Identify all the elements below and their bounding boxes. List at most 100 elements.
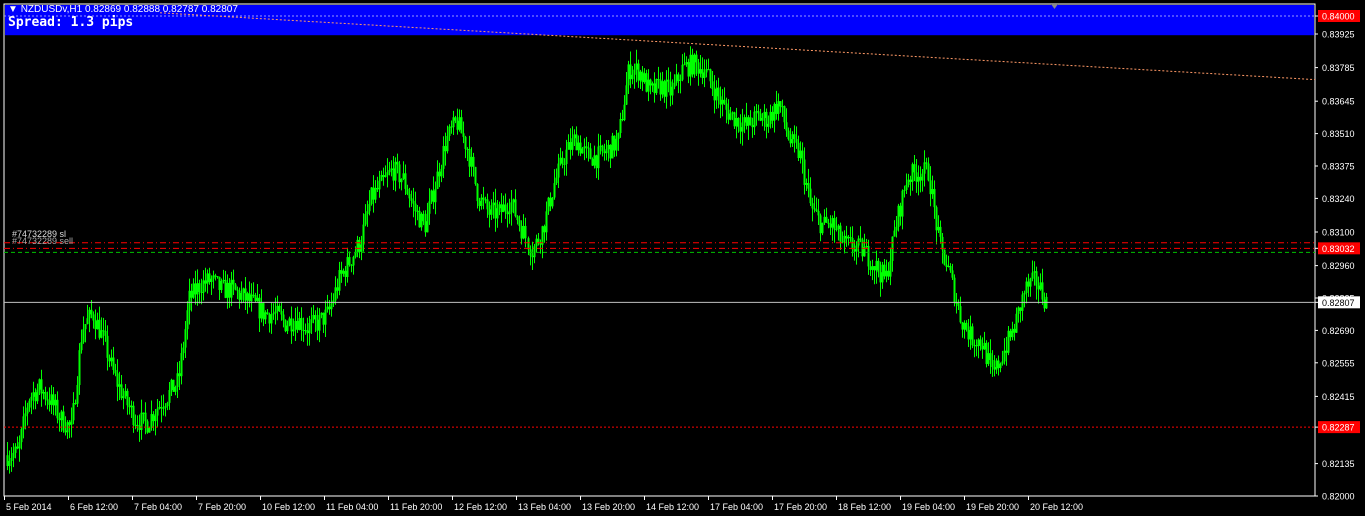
candle-body bbox=[759, 113, 762, 121]
candle-body bbox=[442, 146, 445, 169]
candle-body bbox=[144, 412, 147, 422]
chevron-down-icon[interactable]: ▼ bbox=[8, 4, 18, 15]
candle-body bbox=[1009, 330, 1012, 338]
candle-body bbox=[603, 151, 606, 154]
candle-body bbox=[516, 216, 519, 221]
candle-body bbox=[34, 392, 37, 402]
candle-body bbox=[993, 367, 996, 370]
candle-body bbox=[629, 64, 632, 80]
candle-body bbox=[408, 194, 411, 199]
symbol-header[interactable]: ▼ NZDUSDv,H1 0.82869 0.82888 0.82787 0.8… bbox=[8, 4, 238, 15]
candle-body bbox=[979, 339, 982, 346]
candle-body bbox=[1013, 328, 1016, 333]
candle-body bbox=[873, 266, 876, 271]
candle-body bbox=[446, 135, 449, 152]
candle-body bbox=[829, 223, 832, 228]
candle-body bbox=[801, 150, 804, 160]
candle-body bbox=[474, 166, 477, 184]
candle-body bbox=[60, 411, 63, 421]
candle-body bbox=[514, 199, 517, 217]
candle-body bbox=[482, 197, 485, 200]
candle-body bbox=[711, 81, 714, 90]
x-tick-label: 5 Feb 2014 bbox=[6, 502, 52, 512]
candle-body bbox=[839, 225, 842, 242]
candle-body bbox=[44, 392, 47, 400]
candle-body bbox=[344, 270, 347, 277]
candle-body bbox=[244, 288, 247, 301]
candle-body bbox=[458, 117, 461, 130]
candle-body bbox=[512, 199, 515, 203]
candle-body bbox=[284, 320, 287, 332]
candle-body bbox=[198, 283, 201, 292]
candle-body bbox=[510, 202, 513, 213]
candle-body bbox=[763, 111, 766, 119]
candle-body bbox=[8, 461, 11, 466]
candle-body bbox=[949, 265, 952, 271]
candle-body bbox=[775, 103, 778, 114]
candle-body bbox=[637, 63, 640, 81]
candle-body bbox=[478, 201, 481, 207]
candle-body bbox=[895, 226, 898, 231]
x-tick-label: 10 Feb 12:00 bbox=[262, 502, 315, 512]
candle-body bbox=[370, 187, 373, 205]
candle-body bbox=[897, 205, 900, 227]
candle-body bbox=[368, 204, 371, 212]
candle-body bbox=[793, 134, 796, 140]
price-tag-label: 0.84000 bbox=[1322, 12, 1355, 22]
candle-body bbox=[450, 126, 453, 128]
candle-body bbox=[30, 396, 33, 401]
candle-body bbox=[673, 82, 676, 87]
candle-body bbox=[937, 226, 940, 231]
candle-body bbox=[563, 164, 566, 166]
candle-body bbox=[943, 249, 946, 265]
candle-body bbox=[679, 79, 682, 81]
candle-body bbox=[390, 168, 393, 171]
x-tick-label: 13 Feb 04:00 bbox=[518, 502, 571, 512]
candle-body bbox=[663, 81, 666, 97]
candle-body bbox=[593, 155, 596, 166]
candle-body bbox=[330, 303, 333, 310]
candle-body bbox=[961, 322, 964, 330]
y-tick-label: 0.82135 bbox=[1322, 459, 1355, 469]
candle-body bbox=[615, 138, 618, 151]
candle-body bbox=[773, 103, 776, 121]
x-tick-label: 6 Feb 12:00 bbox=[70, 502, 118, 512]
y-tick-label: 0.83785 bbox=[1322, 63, 1355, 73]
candle-body bbox=[1029, 278, 1032, 287]
candle-body bbox=[250, 294, 253, 302]
candle-body bbox=[547, 197, 550, 212]
candle-body bbox=[837, 225, 840, 230]
candle-body bbox=[959, 306, 962, 323]
candle-body bbox=[168, 390, 171, 403]
candle-body bbox=[1023, 292, 1026, 295]
candle-body bbox=[476, 183, 479, 202]
candle-body bbox=[20, 429, 23, 443]
candle-body bbox=[633, 69, 636, 75]
candle-body bbox=[939, 226, 942, 237]
candle-body bbox=[755, 111, 758, 113]
candle-body bbox=[693, 54, 696, 75]
candle-body bbox=[290, 318, 293, 332]
candle-body bbox=[178, 373, 181, 377]
candle-body bbox=[621, 119, 624, 121]
candle-body bbox=[845, 235, 848, 239]
candle-body bbox=[935, 207, 938, 231]
plot-area[interactable] bbox=[3, 3, 1316, 497]
candle-body bbox=[967, 330, 970, 340]
candle-body bbox=[1003, 350, 1006, 362]
candle-body bbox=[210, 278, 213, 283]
x-tick-label: 7 Feb 20:00 bbox=[198, 502, 246, 512]
candle-body bbox=[917, 176, 920, 182]
candle-body bbox=[569, 142, 572, 150]
candle-body bbox=[252, 294, 255, 296]
candle-body bbox=[12, 452, 15, 458]
candle-body bbox=[186, 310, 189, 330]
candle-body bbox=[418, 210, 421, 228]
candle-body bbox=[565, 149, 568, 165]
order-sell-label: #74732289 sell bbox=[12, 236, 74, 246]
candle-body bbox=[114, 369, 117, 374]
price-chart[interactable]: 0.84000 0.83925 0.83785 0.83645 0.83510 0.833… bbox=[0, 0, 1365, 516]
candle-body bbox=[739, 127, 742, 132]
candle-body bbox=[266, 312, 269, 315]
candle-body bbox=[579, 142, 582, 154]
